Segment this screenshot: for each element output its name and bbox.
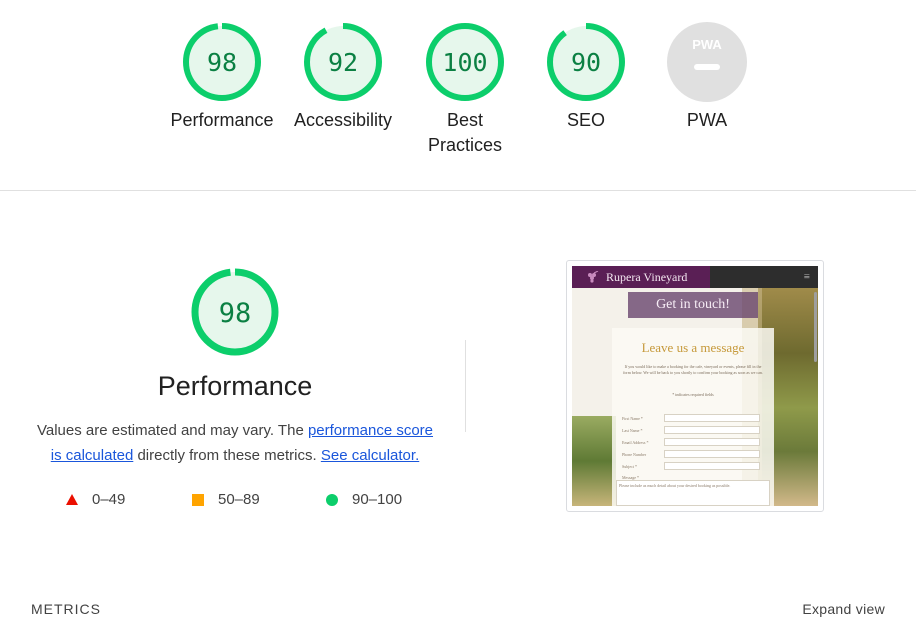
circle-icon	[326, 493, 338, 506]
contact-banner: Get in touch!	[628, 292, 758, 318]
triangle-icon	[66, 494, 78, 505]
legend-range: 90–100	[352, 491, 403, 508]
category-label: Accessibility	[293, 110, 393, 130]
section-divider	[0, 190, 916, 191]
form-row: Last Name *	[622, 426, 772, 435]
score-value: 92	[328, 48, 358, 77]
field-box	[664, 462, 760, 470]
category-accessibility[interactable]: 92 Accessibility	[283, 22, 403, 133]
form-row: Subject *	[622, 462, 772, 471]
legend-range: 50–89	[218, 491, 260, 508]
performance-title: Performance	[157, 371, 313, 401]
score-gauge: 92	[304, 23, 382, 101]
performance-description: Values are estimated and may vary. The p…	[33, 418, 438, 468]
form-row: Email Address *	[622, 438, 772, 447]
field-label: First Name *	[622, 416, 643, 421]
score-value: 98	[207, 48, 237, 77]
required-note: * indicates required fields	[672, 392, 714, 397]
field-label: Email Address *	[622, 440, 649, 445]
expand-view-toggle[interactable]: Expand view	[802, 601, 885, 617]
form-row: Phone Number	[622, 450, 772, 459]
contact-form-card: Leave us a message If you would like to …	[612, 328, 774, 506]
category-performance[interactable]: 98 Performance	[162, 22, 282, 133]
field-label: Phone Number	[622, 452, 647, 457]
square-icon	[192, 493, 204, 506]
desc-prefix: Values are estimated and may vary. The	[36, 422, 308, 439]
category-label: PWA	[686, 110, 728, 130]
metrics-heading: METRICS	[31, 601, 101, 617]
category-label: Best Practices	[427, 110, 503, 155]
brand-text: Rupera Vineyard	[606, 270, 688, 284]
form-row: First Name *	[622, 414, 772, 423]
performance-score: 98	[219, 298, 252, 329]
field-box	[664, 438, 760, 446]
vertical-divider	[465, 340, 466, 432]
category-pwa[interactable]: PWA PWA	[647, 22, 767, 133]
field-box	[664, 414, 760, 422]
form-heading: Leave us a message	[641, 340, 745, 355]
see-calculator-link[interactable]: See calculator.	[321, 447, 419, 464]
category-label: SEO	[566, 110, 605, 130]
hamburger-icon: ≡	[803, 271, 810, 283]
message-box: Please include as much detail about your…	[616, 480, 770, 506]
field-box	[664, 426, 760, 434]
legend-fail: 0–49	[66, 491, 125, 508]
field-box	[664, 450, 760, 458]
legend-range: 0–49	[92, 491, 126, 508]
vineyard-photo-left	[572, 416, 616, 506]
score-value: 90	[571, 48, 601, 77]
score-gauge: 100	[426, 23, 504, 101]
performance-summary: 98 Performance Values are estimated and …	[30, 267, 440, 468]
pwa-badge-text: PWA	[692, 37, 722, 52]
site-brand: Rupera Vineyard	[572, 266, 710, 288]
screenshot-image: Rupera Vineyard ≡ Get in touch! Leave us…	[572, 266, 818, 506]
performance-gauge: 98	[191, 268, 279, 356]
grape-icon	[588, 271, 599, 283]
field-label: Last Name *	[622, 428, 643, 433]
legend-pass: 90–100	[326, 491, 402, 508]
legend-average: 50–89	[192, 491, 260, 508]
form-intro: If you would like to make a booking for …	[623, 364, 763, 375]
desc-middle: directly from these metrics.	[133, 447, 321, 464]
score-gauge: 90	[547, 23, 625, 101]
category-best-practices[interactable]: 100 Best Practices	[405, 22, 525, 158]
scrollbar	[814, 292, 817, 362]
score-value: 100	[442, 48, 487, 77]
score-gauge: 98	[183, 23, 261, 101]
site-header: Rupera Vineyard ≡	[572, 266, 818, 288]
category-label: Performance	[170, 110, 274, 130]
final-screenshot[interactable]: Rupera Vineyard ≡ Get in touch! Leave us…	[566, 260, 824, 512]
field-label: Subject *	[622, 464, 637, 469]
pwa-badge-icon: PWA	[667, 22, 747, 102]
category-seo[interactable]: 90 SEO	[526, 22, 646, 133]
